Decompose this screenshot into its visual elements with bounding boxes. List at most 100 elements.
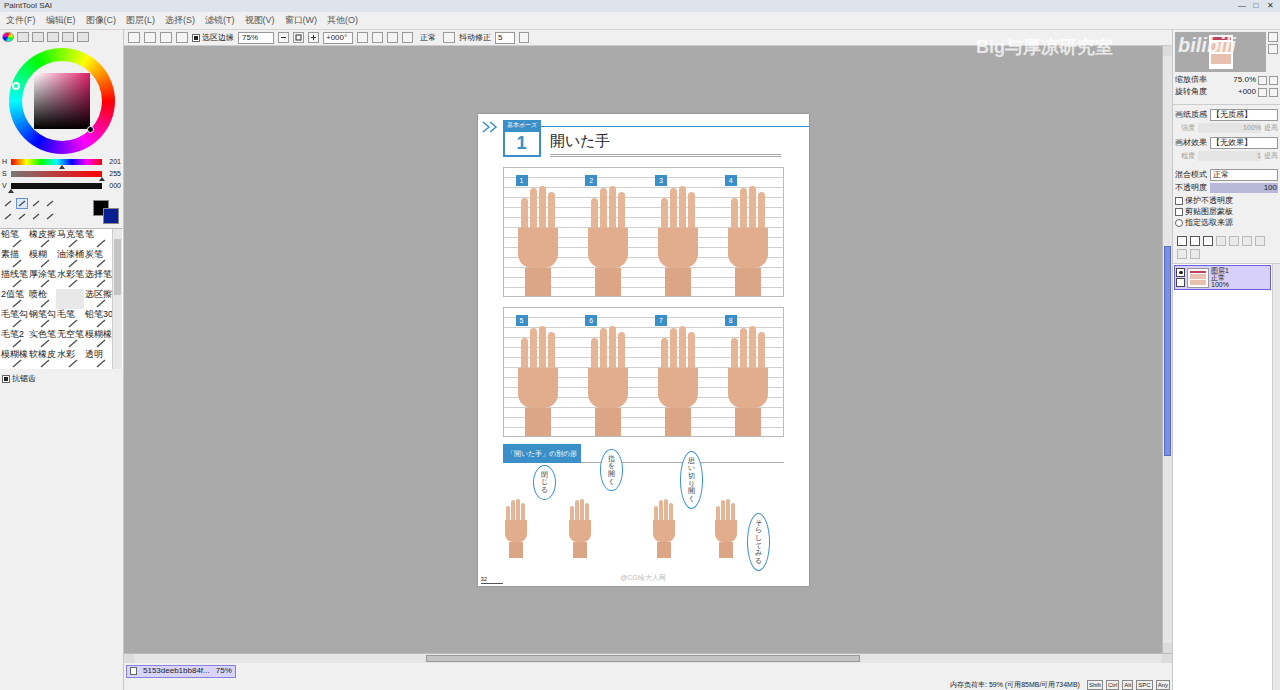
layer-tool-icon[interactable] (1255, 236, 1265, 246)
menu-item[interactable]: 其他(O) (327, 14, 358, 28)
brush-slot[interactable]: 模糊橡 (84, 329, 112, 349)
layer-scrollbar[interactable] (1272, 264, 1280, 690)
flip-button[interactable] (402, 32, 413, 43)
brush-slot[interactable]: 毛笔勾 (0, 309, 28, 329)
redo-button[interactable] (144, 32, 156, 43)
zoom-plus-button[interactable] (1269, 76, 1278, 85)
menu-item[interactable]: 窗口(W) (285, 14, 318, 28)
rotate-left-button[interactable] (357, 32, 368, 43)
zoom-row[interactable]: 缩放倍率75.0% (1173, 74, 1280, 86)
zoom-field[interactable]: 75% (238, 32, 274, 44)
color-mode-icon[interactable] (77, 32, 89, 42)
undo-button[interactable] (128, 32, 140, 43)
option-checkbox[interactable] (1175, 197, 1183, 205)
nav-zoom-in-button[interactable] (1268, 32, 1278, 42)
brush-slot[interactable]: 无空笔 (56, 329, 84, 349)
layer-tool-icon[interactable] (1190, 249, 1200, 259)
vertical-scrollbar[interactable] (1162, 46, 1172, 653)
stabilizer-dropdown[interactable] (519, 32, 529, 43)
color-wheel[interactable] (9, 48, 115, 154)
color-mode-icon[interactable] (62, 32, 74, 42)
stabilizer-field[interactable]: 5 (495, 32, 515, 44)
brush-slot[interactable]: 毛笔2 (0, 329, 28, 349)
menu-item[interactable]: 文件(F) (6, 14, 36, 28)
color-swatches[interactable] (91, 198, 121, 224)
rotate-reset-button[interactable] (387, 32, 398, 43)
color-mode-icon[interactable] (2, 32, 14, 42)
brush-slot[interactable]: 模糊橡 (0, 349, 28, 369)
angle-plus-button[interactable] (1269, 88, 1278, 97)
pen-icon[interactable] (1176, 278, 1185, 287)
brush-slot[interactable]: 2值笔 (0, 289, 28, 309)
brush-slot[interactable]: 马克笔 (56, 229, 84, 249)
angle-minus-button[interactable] (1258, 88, 1267, 97)
brush-slot[interactable] (56, 289, 84, 309)
brush-slot[interactable]: 实色笔 (28, 329, 56, 349)
layer-tool-icon[interactable] (1190, 236, 1200, 246)
opacity-row[interactable]: 不透明度100 (1173, 183, 1280, 193)
texture-select[interactable]: 画材效果【无效果】 (1175, 137, 1278, 149)
tool-icon[interactable] (2, 211, 14, 222)
color-slider[interactable]: V000 (2, 182, 121, 190)
angle-row[interactable]: 旋转角度+000 (1173, 86, 1280, 98)
saturation-value-square[interactable] (34, 73, 90, 129)
menu-item[interactable]: 图像(C) (86, 14, 117, 28)
tool-icon[interactable] (16, 198, 28, 209)
document-tab[interactable]: 5153deeb1bb84f...75% (126, 665, 236, 678)
brush-slot[interactable]: 喷枪 (28, 289, 56, 309)
layer-tool-icon[interactable] (1216, 236, 1226, 246)
brush-slot[interactable]: 选区擦 (84, 289, 112, 309)
brush-slot[interactable]: 透明 (84, 349, 112, 369)
brush-slot[interactable]: 铅笔 (0, 229, 28, 249)
antialias-option[interactable]: 抗锯齿 (0, 373, 123, 385)
rotation-field[interactable]: +000° (323, 32, 353, 44)
layer-option[interactable]: 剪贴图层蒙板 (1175, 206, 1278, 217)
brush-slot[interactable]: 橡皮擦 (28, 229, 56, 249)
layer-tool-icon[interactable] (1229, 236, 1239, 246)
mirror-button[interactable] (443, 32, 455, 43)
brush-slot[interactable]: 厚涂笔 (28, 269, 56, 289)
window-control-button[interactable]: — (1236, 1, 1248, 11)
rotate-right-button[interactable] (372, 32, 383, 43)
selection-edge-checkbox[interactable] (192, 34, 200, 42)
color-mode-icon[interactable] (32, 32, 44, 42)
menu-item[interactable]: 图层(L) (126, 14, 155, 28)
blend-mode-row[interactable]: 混合模式正常 (1173, 169, 1280, 181)
layer-option[interactable]: 指定选取来源 (1175, 217, 1278, 228)
brush-slot[interactable]: 水彩 (56, 349, 84, 369)
layer-tool-icon[interactable] (1177, 249, 1187, 259)
brush-slot[interactable]: 软橡皮 (28, 349, 56, 369)
menu-item[interactable]: 滤镜(T) (205, 14, 235, 28)
brush-slot[interactable]: 水彩笔 (56, 269, 84, 289)
canvas-area[interactable]: 基本ポーズ1開いた手12345678「開いた手」の別の形閉じる指を開く思い切り開… (124, 46, 1162, 653)
texture-select[interactable]: 画纸质感【无质感】 (1175, 109, 1278, 121)
option-checkbox[interactable] (1175, 208, 1183, 216)
menu-item[interactable]: 编辑(E) (46, 14, 76, 28)
brush-slot[interactable]: 笔 (84, 229, 112, 249)
brush-slot[interactable]: 毛笔 (56, 309, 84, 329)
brush-slot[interactable]: 油漆桶 (56, 249, 84, 269)
menu-item[interactable]: 视图(V) (245, 14, 275, 28)
layer-tool-icon[interactable] (1203, 236, 1213, 246)
color-mode-icon[interactable] (17, 32, 29, 42)
zoom-minus-button[interactable] (1258, 76, 1267, 85)
color-slider[interactable]: S255 (2, 170, 121, 178)
tool-icon[interactable] (16, 211, 28, 222)
brush-slot[interactable]: 素描 (0, 249, 28, 269)
zoom-out-button[interactable] (278, 32, 289, 43)
option-radio[interactable] (1175, 219, 1183, 227)
tool-icon[interactable] (30, 198, 42, 209)
invert-button[interactable] (176, 32, 188, 43)
brush-slot[interactable]: 描线笔 (0, 269, 28, 289)
layer-option[interactable]: 保护不透明度 (1175, 195, 1278, 206)
tool-icon[interactable] (30, 211, 42, 222)
layer-row[interactable]: 图层1正常100% (1174, 265, 1271, 290)
brush-slot[interactable]: 选择笔 (84, 269, 112, 289)
brush-slot[interactable]: 炭笔 (84, 249, 112, 269)
layer-tool-icon[interactable] (1177, 236, 1187, 246)
window-control-button[interactable]: ✕ (1264, 1, 1276, 11)
brush-slot[interactable]: 铅笔30 (84, 309, 112, 329)
nav-zoom-out-button[interactable] (1268, 44, 1278, 54)
zoom-in-button[interactable] (308, 32, 319, 43)
tool-icon[interactable] (44, 198, 56, 209)
